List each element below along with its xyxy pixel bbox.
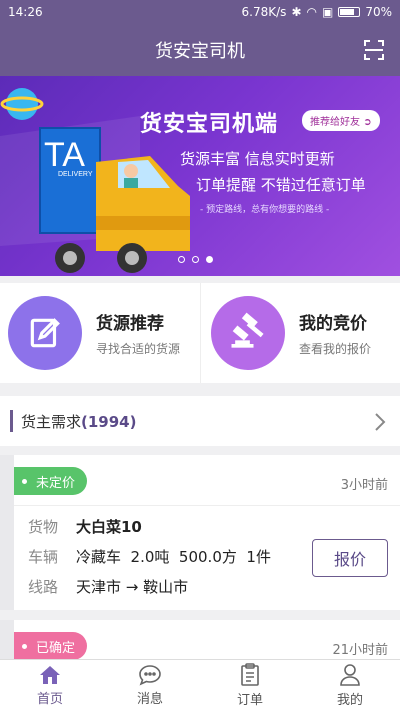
status-time: 14:26 — [8, 5, 43, 19]
gavel-icon — [231, 312, 264, 348]
promo-banner[interactable]: TA DELIVERY 货安宝司机端 推荐给好友 ➲ 货源丰富 信息实时更新 订… — [0, 76, 400, 276]
share-button[interactable]: 推荐给好友 ➲ — [302, 110, 380, 131]
edit-icon — [30, 318, 60, 348]
my-bids-circle — [211, 296, 285, 370]
scan-icon[interactable] — [362, 38, 386, 62]
vehicle-label: 车辆 — [28, 547, 59, 566]
banner-title: 货安宝司机端 — [140, 112, 279, 137]
tab-messages-label: 消息 — [136, 692, 163, 707]
order-time: 21小时前 — [332, 643, 388, 658]
order-icon — [241, 663, 259, 686]
carousel-dot[interactable] — [192, 256, 199, 263]
app-header: 货安宝司机 — [0, 24, 400, 76]
banner-line-1: 货源丰富 信息实时更新 — [180, 150, 335, 168]
carousel-dot-active[interactable] — [206, 256, 213, 263]
section-bar — [10, 410, 13, 432]
carousel-dots — [178, 256, 213, 263]
page-title: 货安宝司机 — [155, 41, 245, 62]
sim-icon: ▣ — [321, 5, 334, 19]
cargo-recommend-button[interactable]: 货源推荐 寻找合适的货源 — [0, 283, 200, 383]
status-bar: 14:26 6.78K/s ✱ ◠ ▣ 70% — [0, 0, 400, 24]
my-bids-title: 我的竞价 — [299, 314, 367, 334]
chevron-right-icon[interactable] — [374, 412, 386, 432]
wifi-icon: ◠ — [306, 5, 317, 19]
battery-icon — [338, 7, 361, 17]
tab-home-label: 首页 — [36, 692, 63, 707]
status-badge: 未定价 — [14, 467, 88, 495]
cargo-row: 货物 大白菜10 — [14, 516, 400, 536]
carousel-dot[interactable] — [178, 256, 185, 263]
route-value: 天津市 → 鞍山市 — [76, 577, 189, 596]
tab-profile-label: 我的 — [336, 693, 363, 708]
demand-count: (1994) — [81, 412, 137, 431]
message-icon — [139, 665, 161, 686]
truck-sublabel: DELIVERY — [58, 171, 93, 178]
my-bids-button[interactable]: 我的竞价 查看我的报价 — [200, 283, 400, 383]
truck-label: TA DELIVERY — [44, 136, 93, 178]
order-time: 3小时前 — [340, 478, 388, 493]
network-speed: 6.78K/s — [241, 5, 287, 19]
bottom-tab-bar: 首页 消息 订单 我的 — [0, 659, 400, 711]
banner-line-2: 订单提醒 不错过任意订单 — [196, 176, 366, 194]
order-card[interactable]: 未定价 3小时前 货物 大白菜10 车辆 冷藏车 2.0吨 500.0方 1件 … — [0, 455, 400, 610]
home-icon — [40, 666, 60, 684]
battery-percent: 70% — [365, 5, 392, 19]
status-badge: 已确定 — [14, 632, 88, 660]
cargo-recommend-circle — [8, 296, 82, 370]
tab-orders-label: 订单 — [236, 693, 263, 708]
route-label: 线路 — [28, 577, 59, 596]
tab-orders[interactable]: 订单 — [200, 660, 300, 711]
tab-profile[interactable]: 我的 — [300, 660, 400, 711]
my-bids-sub: 查看我的报价 — [299, 342, 372, 356]
cargo-recommend-sub: 寻找合适的货源 — [96, 342, 181, 356]
profile-icon — [340, 664, 360, 686]
vehicle-value: 冷藏车 2.0吨 500.0方 1件 — [76, 547, 271, 566]
banner-line-3: - 预定路线，总有你想要的路线 - — [200, 205, 330, 215]
shipper-demand-header[interactable]: 货主需求(1994) — [0, 396, 400, 446]
tab-messages[interactable]: 消息 — [100, 660, 200, 711]
arrow-right-circle-icon: ➲ — [363, 117, 372, 128]
share-label: 推荐给好友 — [310, 117, 360, 128]
cargo-recommend-title: 货源推荐 — [96, 314, 164, 334]
cargo-label: 货物 — [28, 517, 59, 536]
tab-home[interactable]: 首页 — [0, 660, 100, 711]
quote-button[interactable]: 报价 — [312, 539, 388, 577]
route-row: 线路 天津市 → 鞍山市 — [14, 576, 400, 596]
bluetooth-icon: ✱ — [291, 5, 302, 19]
quick-actions: 货源推荐 寻找合适的货源 我的竞价 查看我的报价 — [0, 283, 400, 383]
section-title: 货主需求 — [21, 412, 82, 431]
cargo-value: 大白菜10 — [76, 517, 142, 536]
